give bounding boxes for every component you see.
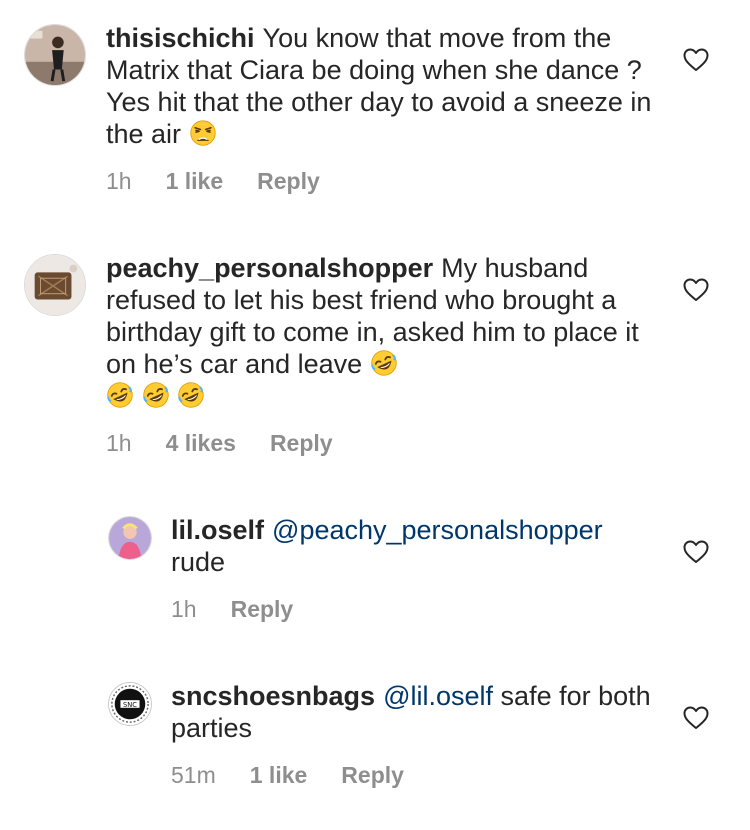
comment-username[interactable]: peachy_personalshopper xyxy=(106,253,433,283)
comment-likes[interactable]: 4 likes xyxy=(166,430,236,457)
weary-face-emoji-icon xyxy=(189,119,217,147)
heart-outline-icon[interactable] xyxy=(683,48,709,72)
heart-outline-icon[interactable] xyxy=(683,706,709,730)
avatar[interactable]: SNC xyxy=(108,682,152,726)
avatar[interactable] xyxy=(24,254,86,316)
comment-timestamp[interactable]: 1h xyxy=(171,596,197,623)
reply-button[interactable]: Reply xyxy=(231,596,294,623)
heart-outline-icon[interactable] xyxy=(683,278,709,302)
comment-meta: 1h 4 likes Reply xyxy=(106,430,333,457)
heart-outline-icon[interactable] xyxy=(683,540,709,564)
svg-text:SNC: SNC xyxy=(123,701,137,709)
avatar[interactable] xyxy=(108,516,152,560)
comment-timestamp[interactable]: 1h xyxy=(106,168,132,195)
comment-text: sncshoesnbags @lil.oself safe for both pa… xyxy=(171,680,661,744)
comment-meta: 1h Reply xyxy=(171,596,293,623)
avatar[interactable] xyxy=(24,24,86,86)
comment-body: rude xyxy=(171,547,226,577)
reply-button[interactable]: Reply xyxy=(270,430,333,457)
comment-text: thisischichi You know that move from the … xyxy=(106,22,666,150)
rofl-face-emoji-icon xyxy=(370,349,398,377)
comment-timestamp[interactable]: 1h xyxy=(106,430,132,457)
mention-link[interactable]: @lil.oself xyxy=(383,681,493,711)
reply-button[interactable]: Reply xyxy=(341,762,404,789)
comment-username[interactable]: thisischichi xyxy=(106,23,255,53)
rofl-face-emoji-icon xyxy=(106,381,134,409)
comment-likes[interactable]: 1 like xyxy=(166,168,224,195)
comment-text: lil.oself @peachy_personalshopper rude xyxy=(171,514,661,578)
comment-username[interactable]: lil.oself xyxy=(171,515,264,545)
mention-link[interactable]: @peachy_personalshopper xyxy=(272,515,603,545)
comment-username[interactable]: sncshoesnbags xyxy=(171,681,375,711)
comment-meta: 51m 1 like Reply xyxy=(171,762,404,789)
comment-timestamp[interactable]: 51m xyxy=(171,762,216,789)
comment-likes[interactable]: 1 like xyxy=(250,762,308,789)
comment-text: peachy_personalshopper My husband refused… xyxy=(106,252,666,412)
rofl-face-emoji-icon xyxy=(177,381,205,409)
rofl-face-emoji-icon xyxy=(142,381,170,409)
reply-button[interactable]: Reply xyxy=(257,168,320,195)
comment-meta: 1h 1 like Reply xyxy=(106,168,320,195)
